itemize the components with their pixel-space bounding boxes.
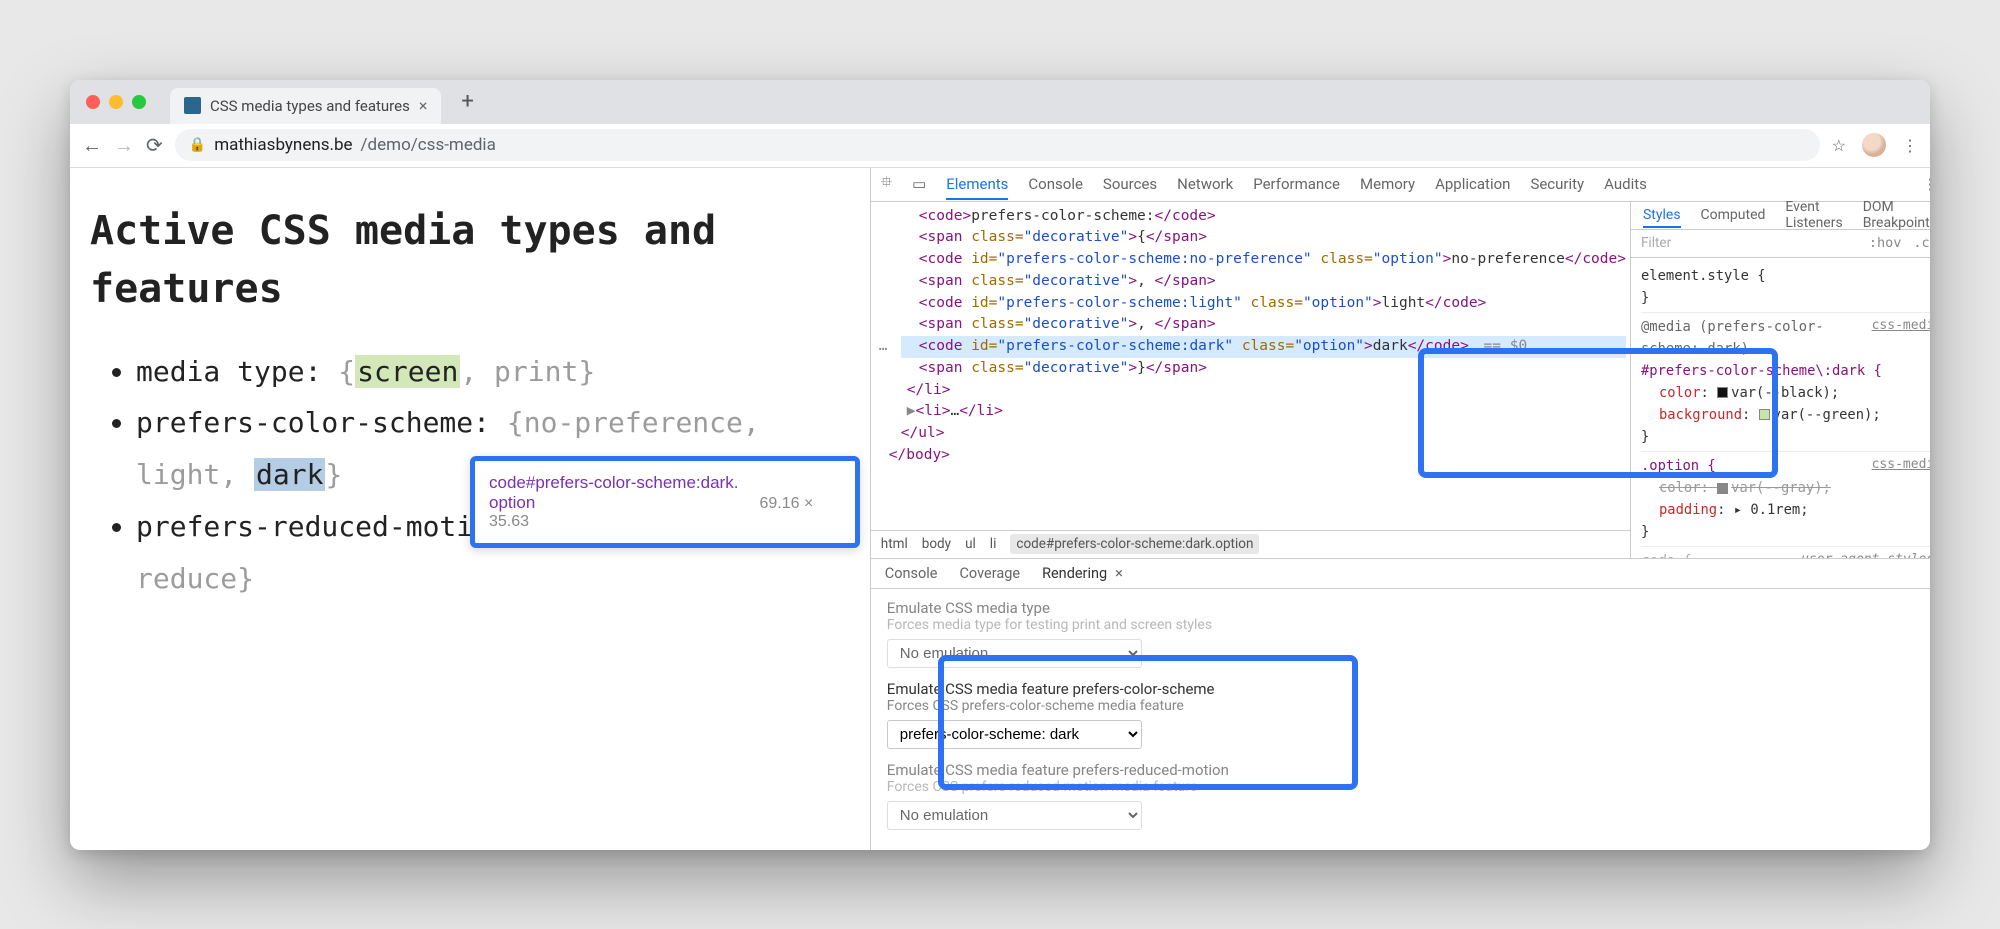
emulate-color-scheme-desc: Forces CSS prefers-color-scheme media fe…	[887, 698, 1930, 714]
reload-button[interactable]: ⟳	[146, 135, 163, 155]
crumb[interactable]: ul	[965, 536, 976, 552]
emulate-media-type-select[interactable]: No emulation	[887, 639, 1142, 668]
bookmark-icon[interactable]: ☆	[1832, 136, 1846, 155]
minimize-window-button[interactable]	[109, 95, 123, 109]
styles-panel: Styles Computed Event Listeners DOM Brea…	[1631, 202, 1930, 558]
browser-menu-icon[interactable]: ⋮	[1902, 136, 1918, 155]
devtools-drawer: Console Coverage Rendering × × Emulate C…	[871, 558, 1930, 850]
rendering-pane: Emulate CSS media type Forces media type…	[871, 589, 1930, 850]
url-input[interactable]: 🔒 mathiasbynens.be/demo/css-media	[175, 129, 1820, 161]
browser-tab[interactable]: CSS media types and features ×	[170, 88, 441, 124]
hov-toggle[interactable]: :hov	[1869, 235, 1902, 251]
drawer-tab-rendering[interactable]: Rendering	[1042, 565, 1107, 582]
address-bar: ← → ⟳ 🔒 mathiasbynens.be/demo/css-media …	[70, 124, 1930, 168]
drawer-tab-console[interactable]: Console	[885, 565, 938, 582]
favicon-icon	[184, 97, 201, 114]
device-toolbar-icon[interactable]: ▭	[912, 175, 926, 193]
maximize-window-button[interactable]	[132, 95, 146, 109]
styles-tab-breakpoints[interactable]: DOM Breakpoints	[1863, 199, 1930, 231]
inspect-tooltip: code#prefers-color-scheme:dark.option 69…	[470, 456, 860, 548]
styles-tab-styles[interactable]: Styles	[1643, 207, 1681, 228]
styles-tabbar: Styles Computed Event Listeners DOM Brea…	[1631, 202, 1930, 230]
back-button[interactable]: ←	[82, 135, 102, 155]
tab-performance[interactable]: Performance	[1253, 175, 1340, 193]
page-heading: Active CSS media types and features	[90, 202, 850, 318]
titlebar: CSS media types and features × +	[70, 80, 1930, 124]
emulate-reduced-motion-select[interactable]: No emulation	[887, 801, 1142, 830]
profile-avatar[interactable]	[1862, 133, 1886, 157]
drawer-tab-close-icon[interactable]: ×	[1115, 565, 1123, 582]
tooltip-selector: code#prefers-color-scheme:dark.option	[489, 473, 739, 513]
tab-console[interactable]: Console	[1028, 175, 1083, 193]
cls-toggle[interactable]: .cls	[1913, 235, 1930, 251]
emulate-reduced-motion-title: Emulate CSS media feature prefers-reduce…	[887, 761, 1930, 779]
tab-memory[interactable]: Memory	[1360, 175, 1415, 193]
tab-network[interactable]: Network	[1177, 175, 1233, 193]
list-item: media type: {screen, print}	[136, 346, 850, 398]
drawer-tab-coverage[interactable]: Coverage	[959, 565, 1020, 582]
tab-elements[interactable]: Elements	[946, 175, 1008, 200]
active-color-scheme: dark	[254, 458, 325, 491]
emulate-media-type-title: Emulate CSS media type	[887, 599, 1930, 617]
page-body: Active CSS media types and features medi…	[70, 168, 870, 850]
styles-body[interactable]: element.style {} css-media:18 @media (pr…	[1631, 258, 1930, 558]
content-area: Active CSS media types and features medi…	[70, 168, 1930, 850]
source-link[interactable]: css-media:13	[1872, 455, 1930, 476]
lock-icon: 🔒	[189, 137, 206, 153]
emulate-reduced-motion-desc: Forces CSS prefers-reduced-motion media …	[887, 779, 1930, 795]
emulate-media-type-desc: Forces media type for testing print and …	[887, 617, 1930, 633]
styles-tab-computed[interactable]: Computed	[1701, 207, 1766, 223]
url-path: /demo/css-media	[361, 135, 496, 155]
dom-breadcrumbs: html body ul li code#prefers-color-schem…	[871, 530, 1630, 558]
tab-sources[interactable]: Sources	[1103, 175, 1157, 193]
drawer-tabbar: Console Coverage Rendering × ×	[871, 559, 1930, 589]
style-rule-media: css-media:18 @media (prefers-color-schem…	[1641, 313, 1930, 452]
styles-tab-listeners[interactable]: Event Listeners	[1785, 199, 1842, 231]
source-link[interactable]: css-media:18	[1872, 316, 1930, 337]
selected-dom-node[interactable]: …<code id="prefers-color-scheme:dark" cl…	[901, 336, 1626, 358]
active-media-type: screen	[355, 355, 460, 388]
styles-filter-bar: Filter :hov .cls +	[1631, 230, 1930, 258]
dom-tree[interactable]: <code>prefers-color-scheme:</code> <span…	[871, 202, 1630, 530]
tab-security[interactable]: Security	[1530, 175, 1584, 193]
close-window-button[interactable]	[86, 95, 100, 109]
new-tab-button[interactable]: +	[461, 89, 473, 114]
inspect-element-icon[interactable]: ⯐	[881, 172, 892, 197]
devtools-panel: ⯐ ▭ Elements Console Sources Network Per…	[870, 168, 1930, 850]
crumb[interactable]: li	[990, 536, 997, 552]
tab-close-icon[interactable]: ×	[419, 96, 428, 115]
tab-audits[interactable]: Audits	[1604, 175, 1647, 193]
devtools-menu-icon[interactable]: ⋮	[1923, 175, 1930, 193]
styles-filter-input[interactable]: Filter	[1641, 235, 1671, 251]
emulate-color-scheme-select[interactable]: prefers-color-scheme: dark	[887, 720, 1142, 749]
url-host: mathiasbynens.be	[214, 135, 352, 155]
crumb-active[interactable]: code#prefers-color-scheme:dark.option	[1010, 534, 1259, 554]
crumb[interactable]: html	[881, 536, 908, 552]
source-link: user agent stylesheet	[1801, 550, 1930, 557]
traffic-lights	[86, 95, 146, 109]
emulate-color-scheme-title: Emulate CSS media feature prefers-color-…	[887, 680, 1930, 698]
tab-application[interactable]: Application	[1435, 175, 1510, 193]
tab-title: CSS media types and features	[210, 97, 410, 115]
devtools-tabbar: ⯐ ▭ Elements Console Sources Network Per…	[871, 168, 1930, 202]
browser-window: CSS media types and features × + ← → ⟳ 🔒…	[70, 80, 1930, 850]
dom-panel: <code>prefers-color-scheme:</code> <span…	[871, 202, 1631, 558]
forward-button[interactable]: →	[114, 135, 134, 155]
crumb[interactable]: body	[922, 536, 951, 552]
